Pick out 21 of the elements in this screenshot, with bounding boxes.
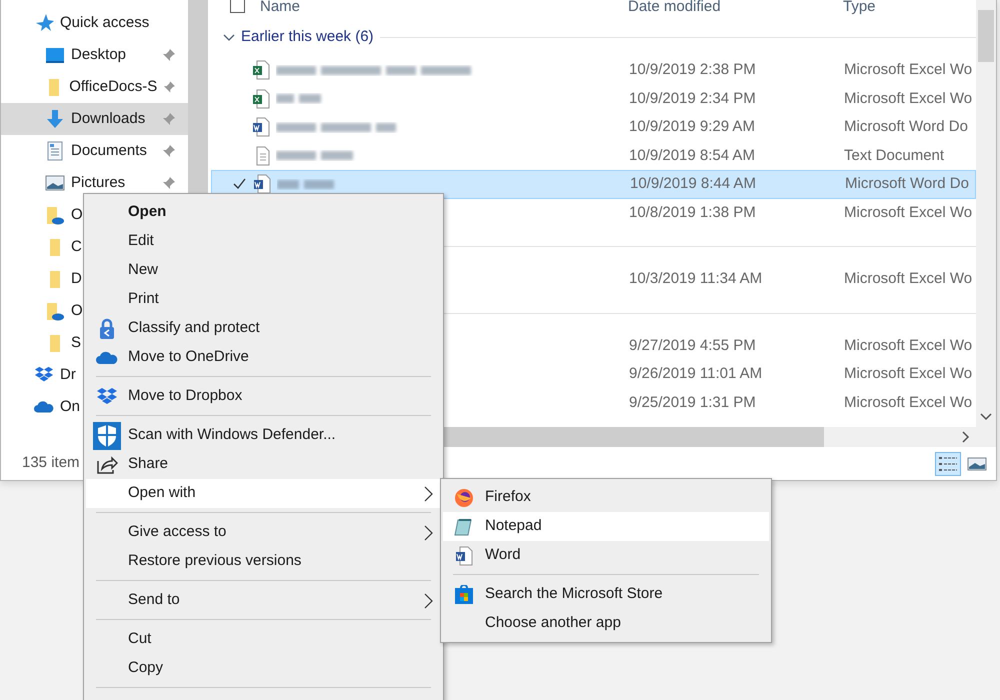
type-cell-text: Microsoft Excel Wo — [843, 60, 974, 80]
date-cell-text: 10/9/2019 9:29 AM — [628, 117, 756, 137]
type-cell-text: Microsoft Word Do — [843, 117, 969, 137]
date-cell-text: 10/8/2019 1:38 PM — [628, 202, 757, 222]
date-cell-text: 9/25/2019 1:31 PM — [628, 392, 757, 412]
type-cell-text: Microsoft Excel Wo — [843, 364, 974, 384]
date-cell-text: 10/9/2019 2:34 PM — [628, 88, 757, 108]
type-cell-text: Microsoft Excel Wo — [843, 269, 974, 289]
type-cell-text: Text Document — [843, 146, 946, 166]
date-cell-text: 10/9/2019 2:38 PM — [628, 60, 757, 80]
date-cell-text: 9/26/2019 11:01 AM — [628, 364, 764, 384]
date-cell-text: 10/9/2019 8:54 AM — [628, 146, 756, 166]
type-cell-text: Microsoft Excel Wo — [843, 202, 974, 222]
type-cell-text: Microsoft Excel Wo — [843, 336, 974, 356]
type-cell-text: Microsoft Excel Wo — [843, 88, 974, 108]
item-count: 135 item — [22, 453, 80, 474]
type-cell-text: Microsoft Excel Wo — [843, 392, 974, 412]
date-cell-text: 10/9/2019 8:44 AM — [629, 174, 757, 194]
date-cell-text: 10/3/2019 11:34 AM — [628, 269, 764, 289]
type-cell-text: Microsoft Word Do — [844, 174, 970, 194]
date-cell-text: 9/27/2019 4:55 PM — [628, 336, 757, 356]
